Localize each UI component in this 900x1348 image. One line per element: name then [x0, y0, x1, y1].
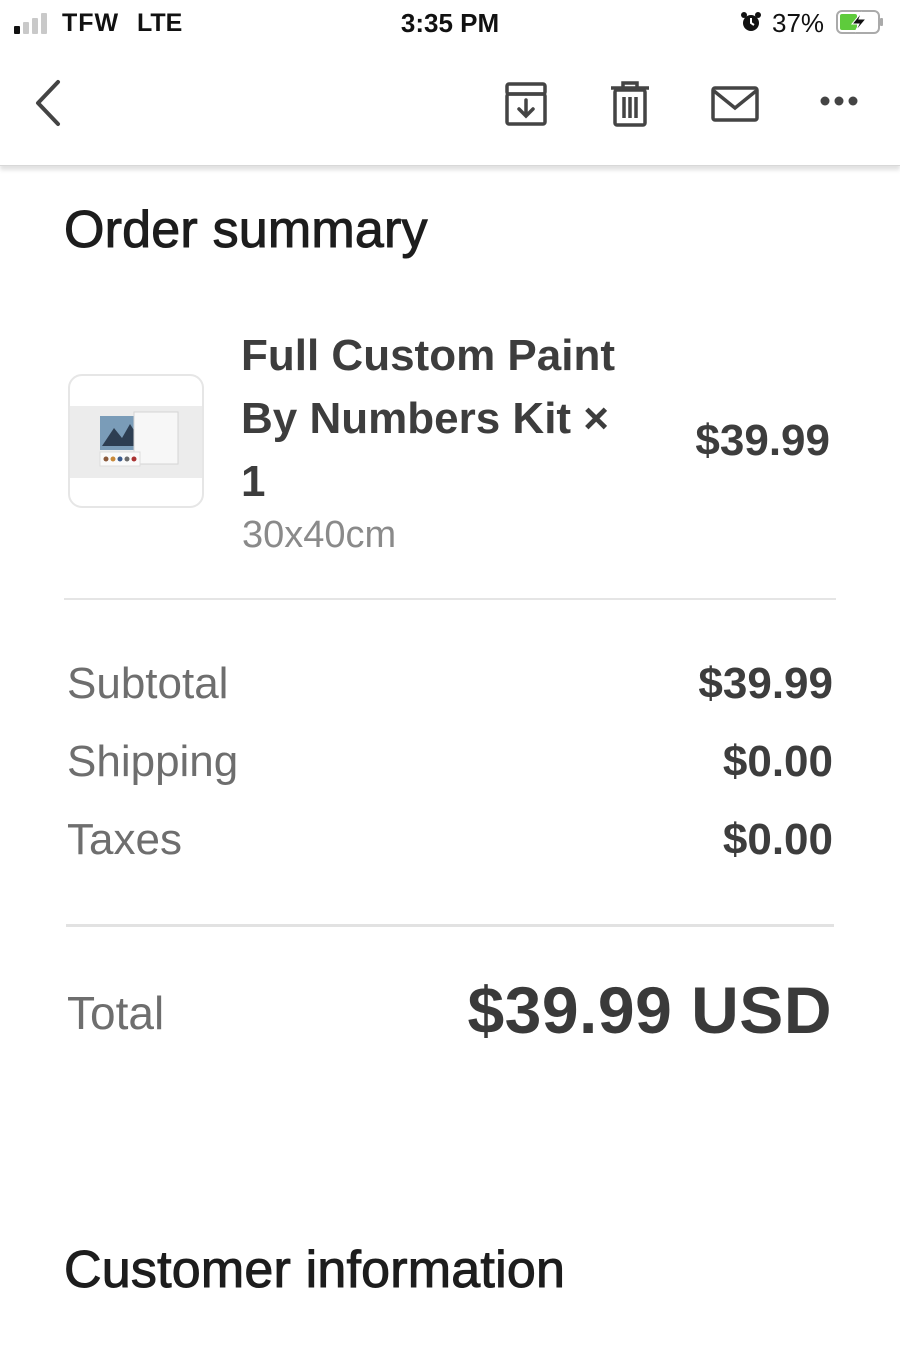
archive-icon[interactable] [503, 80, 549, 128]
product-image [70, 406, 202, 478]
taxes-label: Taxes [67, 815, 182, 864]
subtotal-label: Subtotal [67, 659, 229, 708]
subtotal-value: $39.99 [698, 659, 833, 708]
shipping-value: $0.00 [722, 737, 833, 786]
status-bar: TFW LTE 3:35 PM 37% [0, 0, 900, 46]
product-thumbnail[interactable] [68, 374, 204, 508]
customer-information-title: Customer information [63, 1241, 566, 1300]
battery-charging-icon [836, 10, 883, 34]
shipping-label: Shipping [67, 737, 239, 786]
product-name: Full Custom Paint By Numbers Kit × 1 [241, 331, 615, 506]
alarm-icon [741, 12, 761, 31]
taxes-value: $0.00 [722, 815, 833, 864]
total-value: $39.99 USD [467, 973, 832, 1047]
product-variant: 30x40cm [242, 514, 397, 556]
mail-toolbar [0, 46, 900, 166]
total-label: Total [67, 987, 165, 1039]
more-options-icon[interactable] [818, 94, 860, 108]
order-summary-title: Order summary [64, 201, 429, 260]
item-price: $39.99 [695, 416, 830, 465]
status-time: 3:35 PM [400, 8, 500, 38]
trash-icon[interactable] [608, 80, 652, 128]
back-chevron-icon[interactable] [28, 76, 68, 130]
battery-percent: 37% [772, 8, 825, 38]
divider [66, 924, 834, 927]
divider [64, 598, 836, 600]
mail-icon[interactable] [710, 84, 760, 124]
